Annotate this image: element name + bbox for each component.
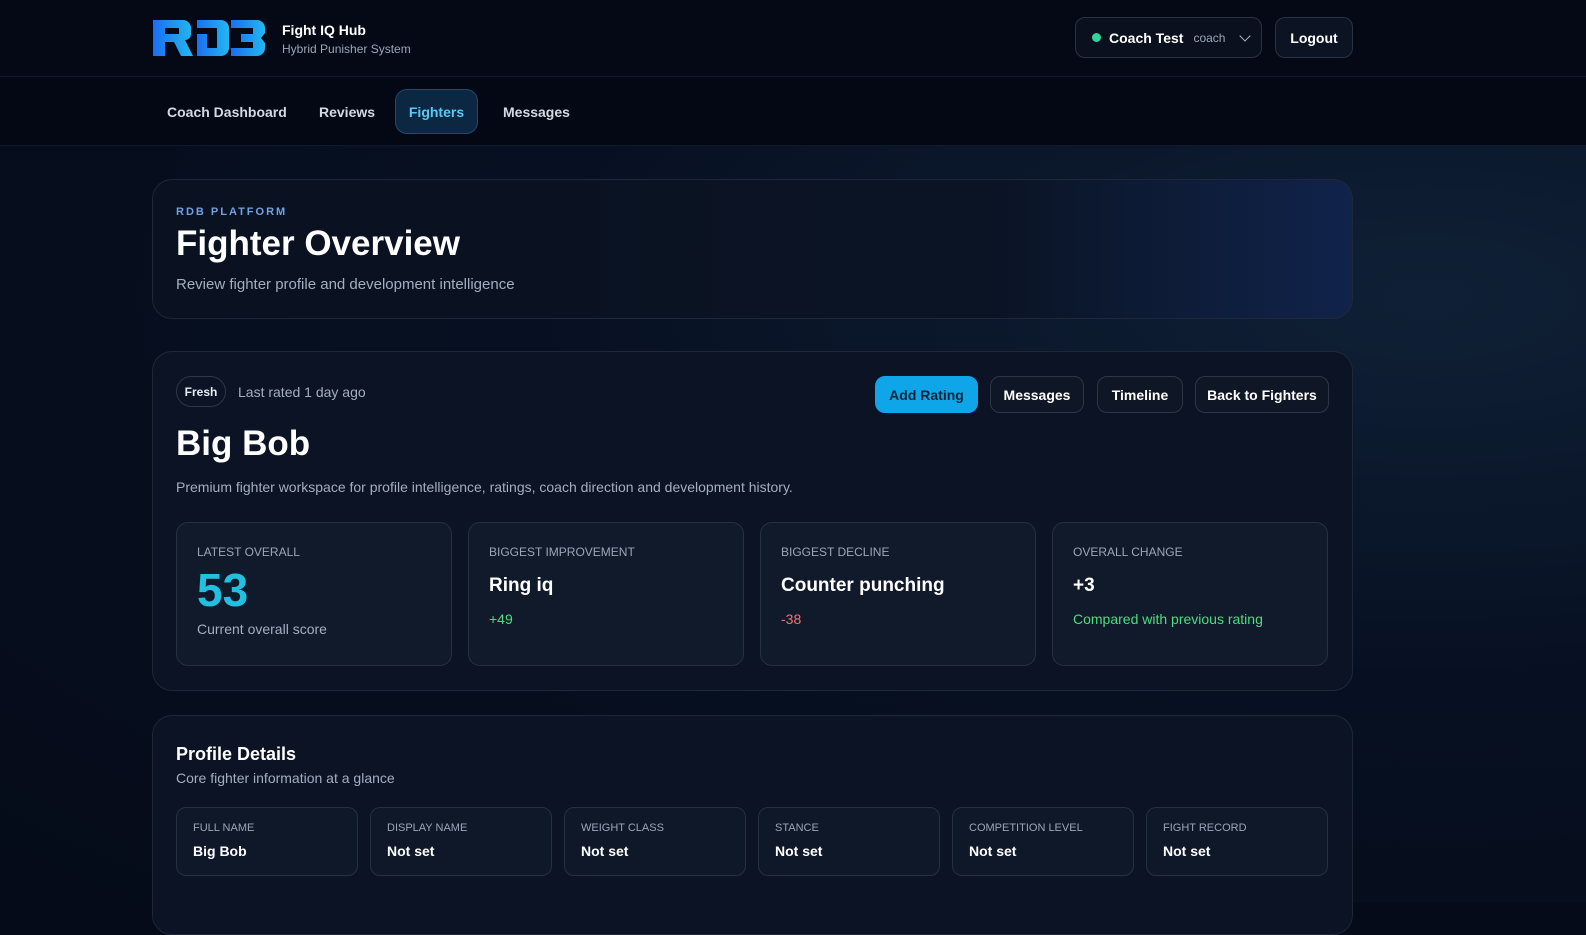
field-value: Not set: [581, 843, 629, 859]
field-value: Not set: [775, 843, 823, 859]
stat-sub: +49: [489, 611, 513, 627]
field-label: STANCE: [775, 822, 819, 834]
field-label: DISPLAY NAME: [387, 822, 468, 834]
logout-button[interactable]: Logout: [1275, 17, 1353, 58]
user-role: coach: [1193, 30, 1226, 45]
field-label: COMPETITION LEVEL: [969, 822, 1083, 834]
eyebrow: RDB PLATFORM: [176, 206, 288, 218]
field-display-name: DISPLAY NAME Not set: [370, 807, 552, 876]
fighter-description: Premium fighter workspace for profile in…: [176, 479, 793, 495]
stat-sub: -38: [781, 611, 802, 627]
field-label: WEIGHT CLASS: [581, 822, 664, 834]
chevron-down-icon: [1239, 29, 1252, 42]
timeline-button[interactable]: Timeline: [1097, 376, 1183, 413]
last-rated: Last rated 1 day ago: [238, 384, 366, 400]
nav-reviews[interactable]: Reviews: [307, 89, 387, 134]
section-subtitle: Core fighter information at a glance: [176, 770, 395, 786]
profile-details: Profile Details Core fighter information…: [152, 715, 1353, 935]
field-value: Big Bob: [193, 843, 247, 859]
stat-value: Counter punching: [781, 575, 945, 596]
stat-label: LATEST OVERALL: [197, 545, 300, 559]
user-name: Coach Test: [1109, 29, 1184, 46]
stat-sub: Compared with previous rating: [1073, 611, 1263, 627]
top-bar: Fight IQ Hub Hybrid Punisher System Coac…: [0, 0, 1586, 77]
field-value: Not set: [969, 843, 1017, 859]
status-badge: Fresh: [176, 376, 226, 407]
stat-label: BIGGEST IMPROVEMENT: [489, 545, 635, 559]
app-title: Fight IQ Hub: [282, 22, 366, 38]
nav-messages[interactable]: Messages: [491, 89, 582, 134]
user-menu[interactable]: Coach Test coach: [1075, 17, 1262, 58]
main-content: RDB PLATFORM Fighter Overview Review fig…: [0, 146, 1586, 935]
stat-label: BIGGEST DECLINE: [781, 545, 890, 559]
stat-value: +3: [1073, 575, 1095, 596]
rdb-logo[interactable]: [153, 20, 265, 56]
app-subtitle: Hybrid Punisher System: [282, 42, 411, 56]
stat-label: OVERALL CHANGE: [1073, 545, 1183, 559]
page-title: Fighter Overview: [176, 224, 460, 263]
field-label: FIGHT RECORD: [1163, 822, 1247, 834]
messages-button[interactable]: Messages: [990, 376, 1084, 413]
main-nav: Coach Dashboard Reviews Fighters Message…: [0, 77, 1586, 146]
fighter-name: Big Bob: [176, 424, 311, 463]
stat-latest-overall: LATEST OVERALL 53 Current overall score: [176, 522, 452, 666]
page-header: RDB PLATFORM Fighter Overview Review fig…: [152, 179, 1353, 319]
stat-biggest-improvement: BIGGEST IMPROVEMENT Ring iq +49: [468, 522, 744, 666]
fighter-card: Fresh Last rated 1 day ago Add Rating Me…: [152, 351, 1353, 691]
add-rating-button[interactable]: Add Rating: [875, 376, 978, 413]
stat-biggest-decline: BIGGEST DECLINE Counter punching -38: [760, 522, 1036, 666]
page-subtitle: Review fighter profile and development i…: [176, 276, 515, 293]
nav-fighters[interactable]: Fighters: [395, 89, 478, 134]
field-weight-class: WEIGHT CLASS Not set: [564, 807, 746, 876]
field-label: FULL NAME: [193, 822, 255, 834]
section-title: Profile Details: [176, 744, 297, 764]
field-full-name: FULL NAME Big Bob: [176, 807, 358, 876]
stat-value: Ring iq: [489, 575, 554, 596]
field-value: Not set: [1163, 843, 1211, 859]
field-value: Not set: [387, 843, 435, 859]
back-to-fighters-button[interactable]: Back to Fighters: [1195, 376, 1329, 413]
overall-score: 53: [197, 564, 249, 616]
field-competition-level: COMPETITION LEVEL Not set: [952, 807, 1134, 876]
field-fight-record: FIGHT RECORD Not set: [1146, 807, 1328, 876]
field-stance: STANCE Not set: [758, 807, 940, 876]
nav-coach-dashboard[interactable]: Coach Dashboard: [155, 89, 299, 134]
online-status-icon: [1092, 33, 1101, 42]
stat-sub: Current overall score: [197, 621, 327, 637]
stat-overall-change: OVERALL CHANGE +3 Compared with previous…: [1052, 522, 1328, 666]
